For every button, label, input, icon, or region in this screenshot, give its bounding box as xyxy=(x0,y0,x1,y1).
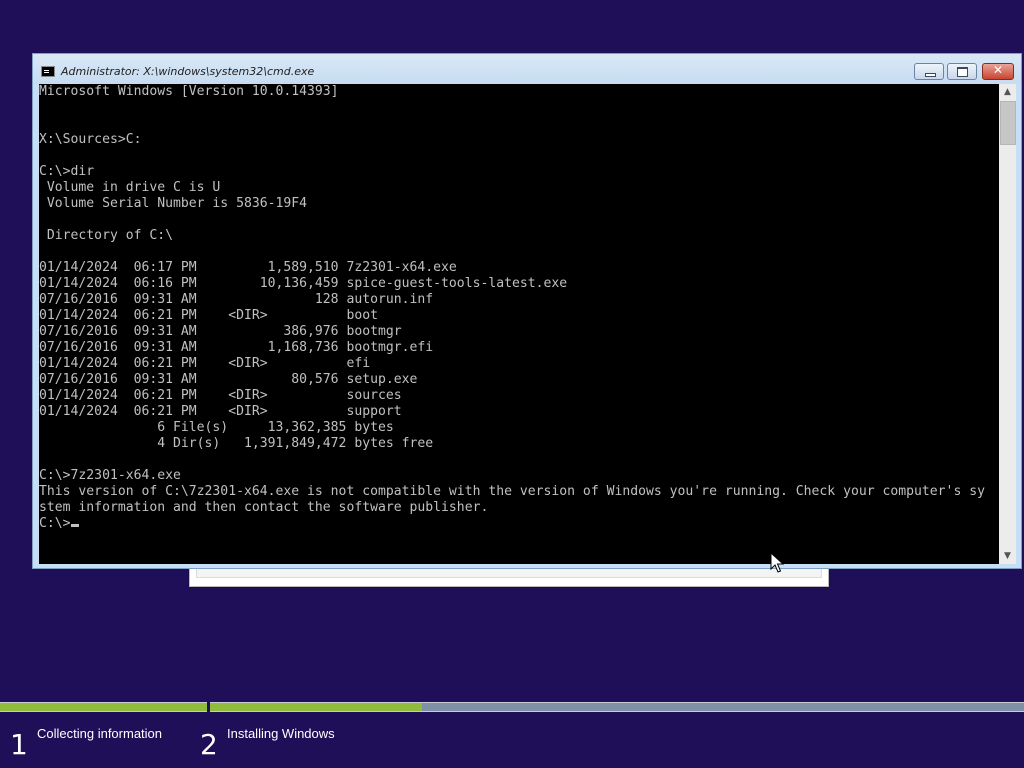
vertical-scrollbar[interactable]: ▲ ▼ xyxy=(999,84,1016,564)
cmd-window: Administrator: X:\windows\system32\cmd.e… xyxy=(32,53,1022,569)
chevron-down-icon[interactable]: ▼ xyxy=(999,548,1016,564)
step-1-progress-fill xyxy=(0,703,207,711)
mouse-pointer-icon xyxy=(770,552,784,573)
title-bar[interactable]: Administrator: X:\windows\system32\cmd.e… xyxy=(33,54,1021,84)
console-prompt: C:\> xyxy=(39,516,71,531)
step-1-number: 1 xyxy=(10,728,28,761)
close-button[interactable]: ✕ xyxy=(982,63,1014,80)
step-1-label: Collecting information xyxy=(37,726,163,741)
scroll-thumb[interactable] xyxy=(1000,101,1016,145)
console-text: Microsoft Windows [Version 10.0.14393] X… xyxy=(39,84,985,515)
maximize-button[interactable] xyxy=(947,63,977,80)
text-cursor xyxy=(70,524,79,527)
console-output[interactable]: Microsoft Windows [Version 10.0.14393] X… xyxy=(39,84,999,564)
maximize-icon xyxy=(957,67,968,77)
step-2-number: 2 xyxy=(200,728,218,761)
step-2-progress-bar xyxy=(210,702,1024,712)
step-2-label: Installing Windows xyxy=(227,726,335,741)
minimize-button[interactable] xyxy=(914,63,944,80)
desktop: Administrator: X:\windows\system32\cmd.e… xyxy=(0,0,1024,768)
minimize-icon xyxy=(925,73,936,77)
close-icon: ✕ xyxy=(992,63,1004,77)
step-1-progress-bar xyxy=(0,702,207,712)
cmd-icon[interactable] xyxy=(41,66,55,77)
step-2-progress-fill xyxy=(210,703,422,711)
chevron-up-icon[interactable]: ▲ xyxy=(999,84,1016,100)
window-title: Administrator: X:\windows\system32\cmd.e… xyxy=(61,65,315,78)
setup-progress: 1 Collecting information 2 Installing Wi… xyxy=(0,702,1024,768)
